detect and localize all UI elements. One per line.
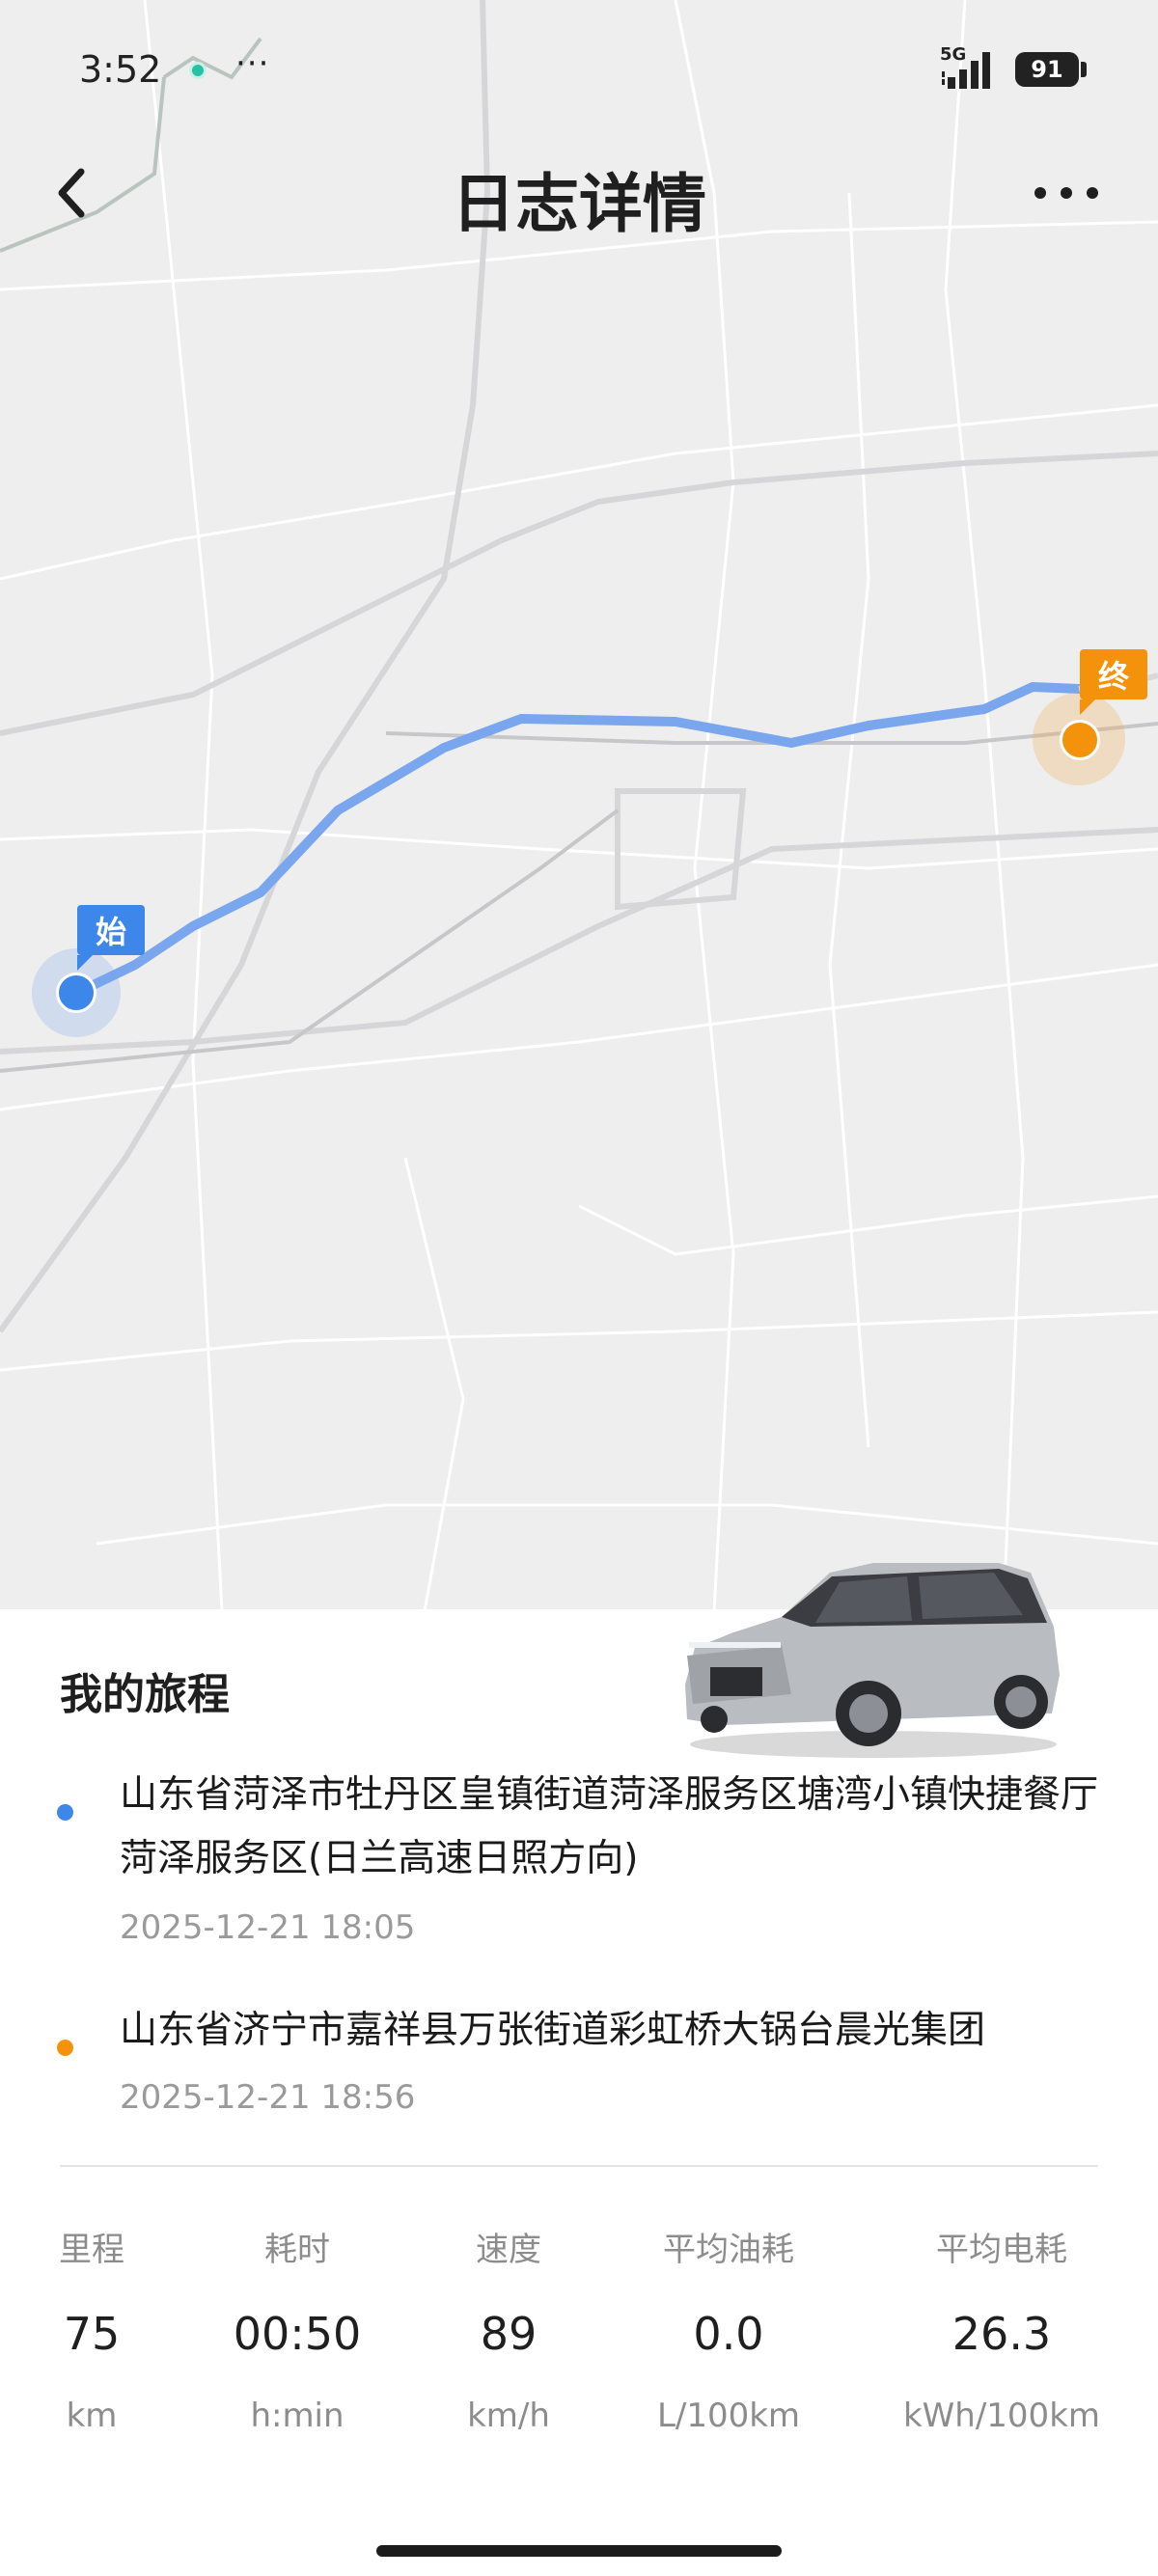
end-marker[interactable] xyxy=(1060,720,1100,760)
end-time: 2025-12-21 18:56 xyxy=(120,2078,416,2117)
stat-unit: L/100km xyxy=(656,2397,801,2435)
start-marker[interactable] xyxy=(56,973,96,1013)
trip-stats: 里程 75 km 耗时 00:50 h:min 速度 89 km/h 平均油耗 … xyxy=(0,2223,1158,2445)
page-title: 日志详情 xyxy=(452,167,706,241)
notification-dot-icon xyxy=(189,62,207,79)
stat-fuel: 平均油耗 0.0 L/100km xyxy=(584,2223,873,2435)
status-more-icon: ··· xyxy=(235,44,270,83)
end-tag: 终 xyxy=(1080,649,1147,715)
end-address: 山东省济宁市嘉祥县万张街道彩虹桥大锅台晨光集团 xyxy=(120,2009,986,2052)
signal-icon xyxy=(942,52,990,89)
car-image xyxy=(685,1563,1060,1758)
stat-label: 平均电耗 xyxy=(936,2231,1067,2269)
stat-value: 0.0 xyxy=(693,2308,764,2360)
start-dot-icon xyxy=(57,1804,73,1821)
section-title: 我的旅程 xyxy=(60,1670,230,1719)
stat-electric: 平均电耗 26.3 kWh/100km xyxy=(857,2223,1146,2435)
end-dot-icon xyxy=(57,2040,73,2056)
stat-unit: kWh/100km xyxy=(902,2397,1101,2435)
stat-label: 平均油耗 xyxy=(663,2231,794,2269)
start-address: 山东省菏泽市牡丹区皇镇街道菏泽服务区塘湾小镇快捷餐厅菏泽服务区(日兰高速日照方向… xyxy=(120,1773,1099,1880)
stat-value: 26.3 xyxy=(951,2308,1052,2360)
title-bar: 日志详情 xyxy=(0,135,1158,251)
battery-icon: 91 xyxy=(1015,52,1079,87)
divider xyxy=(60,2165,1098,2167)
start-tag: 始 xyxy=(77,905,145,971)
trip-panel: 我的旅程 山东省菏泽市牡丹区皇镇街道菏泽服务区塘湾小镇快捷餐厅菏泽服务区(日兰高… xyxy=(0,1563,1158,2576)
status-time: 3:52 xyxy=(79,48,162,91)
status-bar: 3:52 ··· 5G 91 xyxy=(0,39,1158,96)
home-indicator[interactable] xyxy=(376,2545,782,2557)
start-time: 2025-12-21 18:05 xyxy=(120,1908,416,1947)
battery-cap xyxy=(1081,62,1087,77)
more-horizontal-icon[interactable] xyxy=(1023,154,1110,232)
